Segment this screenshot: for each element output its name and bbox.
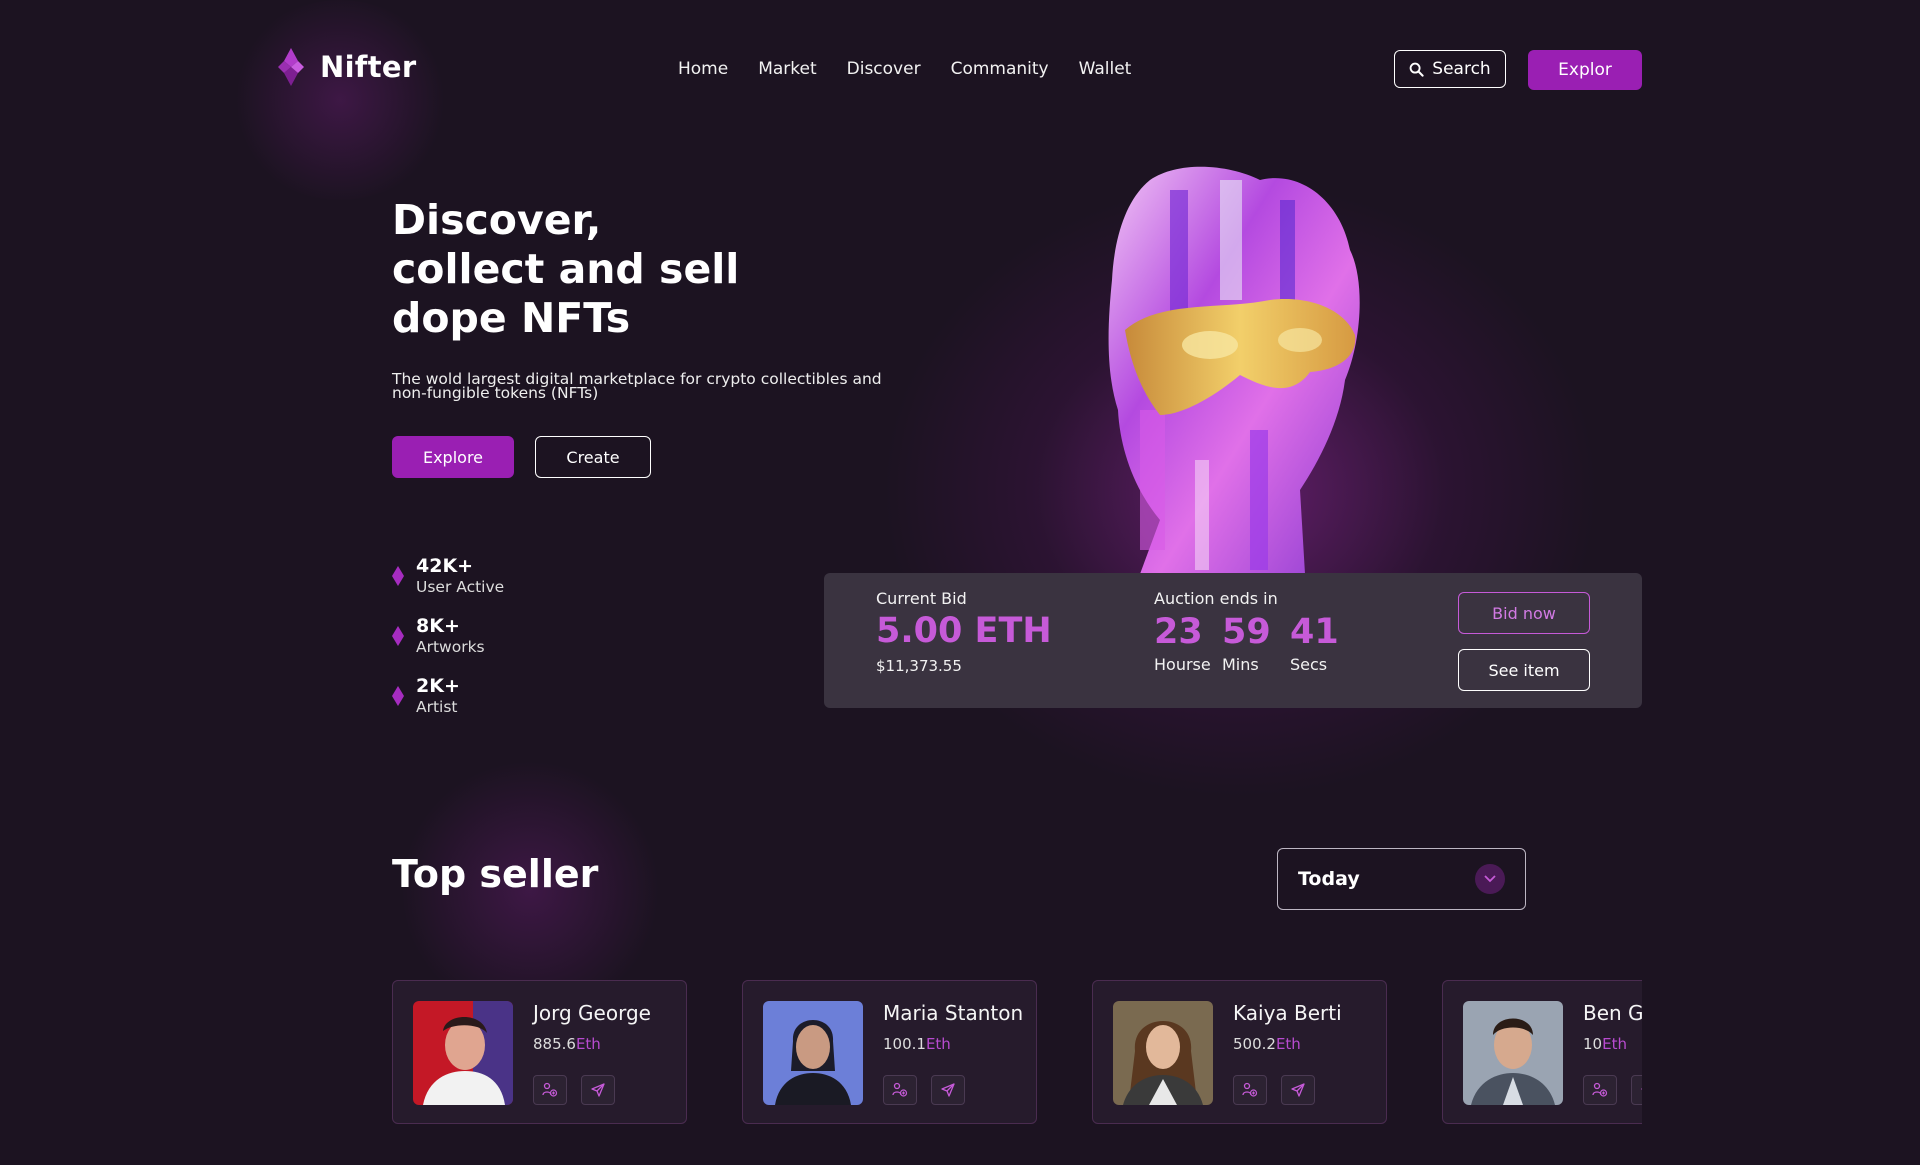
seller-amount-unit: Eth [1275, 1035, 1301, 1053]
period-dropdown[interactable]: Today [1277, 848, 1526, 910]
stat-label: Artworks [416, 638, 485, 656]
seller-amount-unit: Eth [925, 1035, 951, 1053]
stat-value: 42K+ [416, 555, 474, 577]
logo-glow [230, 0, 450, 200]
message-button[interactable] [1631, 1075, 1642, 1105]
explore-button[interactable]: Explore [392, 436, 514, 478]
seller-amount-value: 100.1 [883, 1035, 926, 1053]
user-plus-icon [892, 1082, 908, 1097]
stat-label: Artist [416, 698, 458, 716]
stat-label: User Active [416, 578, 505, 596]
timer-minutes-label: Mins [1222, 655, 1259, 674]
seller-name: Maria Stanton [883, 1001, 1024, 1025]
top-seller-title: Top seller [392, 852, 599, 896]
nft-head-artwork[interactable] [1100, 160, 1400, 574]
follow-button[interactable] [1583, 1075, 1617, 1105]
bid-now-button[interactable]: Bid now [1458, 592, 1590, 634]
stat-value: 8K+ [416, 615, 460, 637]
hero-title: Discover, collect and sell dope NFTs [392, 196, 739, 343]
seller-amount: 885.6Eth [533, 1035, 601, 1053]
hero-description: The wold largest digital marketplace for… [392, 370, 882, 402]
seller-amount-value: 885.6 [533, 1035, 576, 1053]
diamond-icon [392, 686, 404, 706]
timer-hours-value: 23 [1154, 612, 1203, 652]
seller-amount: 100.1Eth [883, 1035, 951, 1053]
diamond-icon [392, 566, 404, 586]
current-bid-panel: Current Bid 5.00 ETH $11,373.55 Auction … [824, 573, 1642, 708]
current-bid-label: Current Bid [876, 589, 967, 608]
nav-market[interactable]: Market [758, 59, 816, 79]
chevron-down-icon [1475, 864, 1505, 894]
message-button[interactable] [931, 1075, 965, 1105]
follow-button[interactable] [883, 1075, 917, 1105]
stat-item: 2K+ Artist [392, 666, 504, 726]
timer-seconds: 41 Secs [1290, 611, 1348, 674]
user-plus-icon [1242, 1082, 1258, 1097]
seller-card[interactable]: Ben Gray 10Eth [1442, 980, 1642, 1124]
avatar [1463, 1001, 1563, 1105]
seller-card[interactable]: Maria Stanton 100.1Eth [742, 980, 1037, 1124]
diamond-icon [392, 626, 404, 646]
stat-item: 8K+ Artworks [392, 606, 504, 666]
seller-amount-unit: Eth [575, 1035, 601, 1053]
timer-hours: 23 Hourse [1154, 611, 1212, 674]
timer-minutes-value: 59 [1222, 612, 1271, 652]
brand-logo[interactable]: Nifter [276, 48, 416, 86]
auction-label: Auction ends in [1154, 589, 1278, 608]
seller-card[interactable]: Kaiya Berti 500.2Eth [1092, 980, 1387, 1124]
current-bid-usd: $11,373.55 [876, 657, 962, 675]
seller-amount-value: 10 [1583, 1035, 1603, 1053]
avatar [1113, 1001, 1213, 1105]
timer-hours-label: Hourse [1154, 655, 1211, 674]
seller-amount-value: 500.2 [1233, 1035, 1276, 1053]
avatar [763, 1001, 863, 1105]
seller-card[interactable]: Jorg George 885.6Eth [392, 980, 687, 1124]
send-icon [941, 1083, 955, 1097]
seller-name: Ben Gray [1583, 1001, 1642, 1025]
stat-item: 42K+ User Active [392, 546, 504, 606]
stats-list: 42K+ User Active 8K+ Artworks 2K+ Artist [392, 546, 504, 726]
brand-name: Nifter [320, 50, 417, 84]
seller-name: Kaiya Berti [1233, 1001, 1342, 1025]
timer-minutes: 59 Mins [1222, 611, 1280, 674]
send-icon [591, 1083, 605, 1097]
nav-discover[interactable]: Discover [847, 59, 921, 79]
timer-seconds-label: Secs [1290, 655, 1328, 674]
send-icon [1641, 1088, 1642, 1090]
main-nav: Home Market Discover Commanity Wallet [678, 59, 1131, 79]
current-bid-eth: 5.00 ETH [876, 611, 1052, 651]
user-plus-icon [1592, 1082, 1608, 1097]
seller-cards: Jorg George 885.6Eth Maria Stanton 100.1… [392, 980, 1642, 1125]
search-icon [1409, 62, 1424, 77]
hero-title-line: collect and sell [392, 245, 740, 293]
avatar [413, 1001, 513, 1105]
stat-value: 2K+ [416, 675, 460, 697]
send-icon [1291, 1083, 1305, 1097]
hero-title-line: dope NFTs [392, 294, 631, 342]
search-label: Search [1432, 59, 1491, 79]
message-button[interactable] [1281, 1075, 1315, 1105]
create-button[interactable]: Create [535, 436, 651, 478]
follow-button[interactable] [533, 1075, 567, 1105]
user-plus-icon [542, 1082, 558, 1097]
period-selected: Today [1298, 868, 1360, 890]
message-button[interactable] [581, 1075, 615, 1105]
seller-amount-unit: Eth [1602, 1035, 1627, 1053]
seller-amount: 10Eth [1583, 1035, 1627, 1053]
timer-seconds-value: 41 [1290, 612, 1339, 652]
nifter-diamond-icon [278, 48, 304, 86]
nav-wallet[interactable]: Wallet [1079, 59, 1132, 79]
seller-name: Jorg George [533, 1001, 651, 1025]
follow-button[interactable] [1233, 1075, 1267, 1105]
header-explore-button[interactable]: Explor [1528, 50, 1642, 90]
nav-home[interactable]: Home [678, 59, 728, 79]
see-item-button[interactable]: See item [1458, 649, 1590, 691]
auction-timer: 23 Hourse 59 Mins 41 Secs [1154, 611, 1348, 674]
hero-title-line: Discover, [392, 196, 602, 244]
seller-amount: 500.2Eth [1233, 1035, 1301, 1053]
search-button[interactable]: Search [1394, 50, 1506, 88]
nav-community[interactable]: Commanity [951, 59, 1049, 79]
